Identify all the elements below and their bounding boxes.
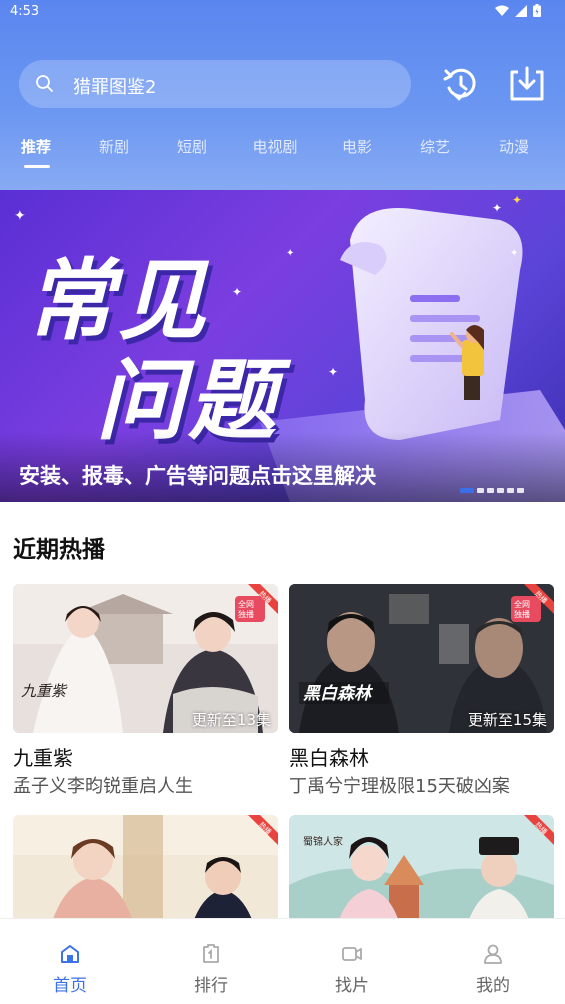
drama-poster[interactable]: 蜀锦人家 热播 <box>289 815 554 918</box>
nav-mine-label: 我的 <box>476 976 510 996</box>
ranking-icon <box>203 944 219 963</box>
hot-badge: 热播 <box>238 815 278 855</box>
search-icon <box>36 75 53 92</box>
svg-text:✦: ✦ <box>510 248 518 259</box>
battery-icon <box>533 4 541 17</box>
status-bar: 4:53 <box>0 0 565 26</box>
update-tag: 更新至13集 <box>191 711 271 729</box>
hot-badge: 热播 <box>238 584 278 624</box>
signal-icon <box>515 4 527 17</box>
svg-text:✦: ✦ <box>328 365 338 379</box>
carousel-dot <box>517 488 524 493</box>
hot-badge: 热播 <box>514 815 554 855</box>
drama-poster[interactable]: 热播 <box>13 815 278 918</box>
tab-new-drama[interactable]: 新剧 <box>84 136 144 157</box>
svg-text:✦: ✦ <box>512 193 522 207</box>
nav-ranking[interactable]: 排行 <box>171 943 251 996</box>
svg-text:✦: ✦ <box>286 248 294 259</box>
nav-home[interactable]: 首页 <box>30 943 110 996</box>
carousel-dot <box>487 488 494 493</box>
update-tag: 更新至15集 <box>467 711 547 729</box>
nav-home-label: 首页 <box>53 976 87 996</box>
category-tabs: 推荐 新剧 短剧 电视剧 电影 综艺 动漫 <box>0 132 565 172</box>
carousel-dot <box>497 488 504 493</box>
hot-badge: 热播 <box>514 584 554 624</box>
nav-ranking-label: 排行 <box>194 976 228 996</box>
drama-card[interactable]: 蜀锦人家 热播 <box>289 815 554 918</box>
wifi-icon <box>495 5 509 16</box>
nav-find[interactable]: 找片 <box>312 943 392 996</box>
svg-text:蜀锦人家: 蜀锦人家 <box>303 835 343 848</box>
history-icon[interactable] <box>441 66 479 102</box>
carousel-dot-active <box>460 488 474 493</box>
tab-recommend[interactable]: 推荐 <box>6 136 66 157</box>
banner-carousel[interactable]: ✦ ✦ ✦ ✦ ✦ ✦ ✦ 常见 问题 安装、报毒、广告等问题点击这里解决 <box>0 190 565 502</box>
bottom-nav: 首页 排行 找片 我的 <box>0 918 565 1004</box>
search-query: 猎罪图鉴2 <box>73 77 157 98</box>
drama-subtitle: 孟子义李昀锐重启人生 <box>13 776 193 797</box>
svg-text:✦: ✦ <box>232 285 242 299</box>
video-icon <box>342 947 362 961</box>
drama-title: 九重紫 <box>13 746 73 770</box>
home-icon <box>61 945 79 963</box>
status-icons <box>495 4 541 17</box>
carousel-dot <box>477 488 484 493</box>
tab-variety[interactable]: 综艺 <box>405 136 465 157</box>
user-icon <box>484 944 502 964</box>
carousel-dot <box>507 488 514 493</box>
tab-short-drama[interactable]: 短剧 <box>162 136 222 157</box>
tab-tv-series[interactable]: 电视剧 <box>245 136 305 157</box>
download-icon[interactable] <box>508 66 546 102</box>
drama-title: 黑白森林 <box>289 746 369 770</box>
search-input[interactable]: 猎罪图鉴2 <box>19 60 411 108</box>
svg-text:九重紫: 九重紫 <box>21 682 68 700</box>
drama-card[interactable]: 黑白森林 全网 独播 热播 更新至15集 黑白森林 丁禹兮宁理极限15天破凶案 <box>289 584 554 799</box>
drama-subtitle: 丁禹兮宁理极限15天破凶案 <box>289 776 510 797</box>
header: 4:53 猎罪图鉴2 推荐 新剧 短剧 电视剧 电影 综艺 动漫 <box>0 0 565 190</box>
svg-text:黑白森林: 黑白森林 <box>303 684 374 704</box>
tab-anime[interactable]: 动漫 <box>484 136 544 157</box>
drama-card[interactable]: 热播 <box>13 815 278 918</box>
carousel-indicator <box>460 488 524 493</box>
tab-movies[interactable]: 电影 <box>327 136 387 157</box>
banner-caption: 安装、报毒、广告等问题点击这里解决 <box>19 464 376 488</box>
svg-text:✦: ✦ <box>14 208 26 224</box>
section-title-recent-hits: 近期热播 <box>13 537 105 563</box>
svg-text:✦: ✦ <box>492 201 502 215</box>
nav-mine[interactable]: 我的 <box>453 943 533 996</box>
drama-card[interactable]: 九重紫 全网 独播 热播 更新至13集 九重紫 孟子义李昀锐重启人生 <box>13 584 278 799</box>
status-time: 4:53 <box>10 4 40 19</box>
active-tab-indicator <box>24 165 50 168</box>
drama-poster[interactable]: 黑白森林 全网 独播 热播 更新至15集 <box>289 584 554 733</box>
nav-find-label: 找片 <box>335 976 369 996</box>
drama-poster[interactable]: 九重紫 全网 独播 热播 更新至13集 <box>13 584 278 733</box>
